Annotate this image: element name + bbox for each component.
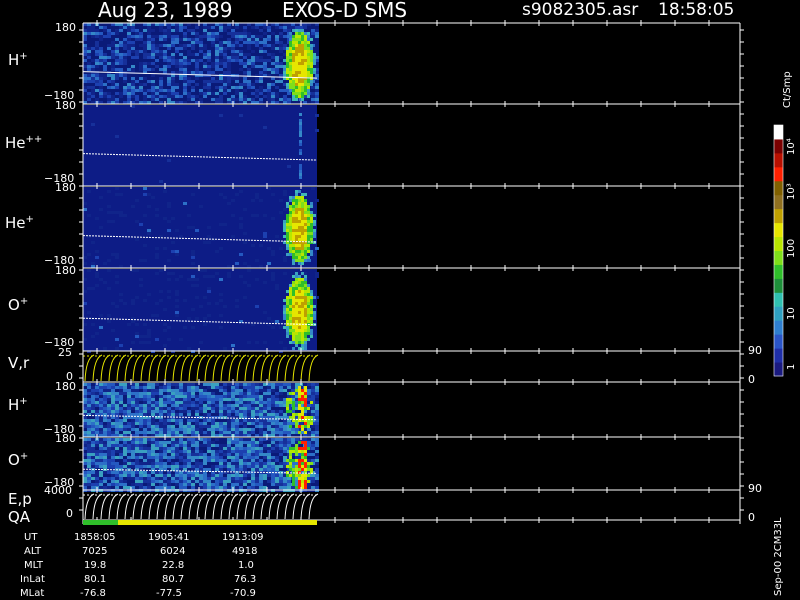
colorbar-swatch-15 — [774, 152, 783, 168]
colorbar-swatch-11 — [774, 208, 783, 224]
colorbar-swatch-1 — [774, 348, 783, 363]
footer-mlt-3: 1.0 — [238, 560, 254, 571]
colorbar-tick-100: 100 — [786, 238, 797, 258]
colorbar-unit-label: Ct/Smp — [782, 71, 793, 108]
right-tick-bot-ep: 0 — [748, 511, 755, 524]
colorbar-swatch-7 — [774, 264, 783, 279]
footer-label-ut: UT — [24, 532, 38, 543]
colorbar-tick-10: 10 — [786, 307, 797, 320]
colorbar-swatch-4 — [774, 306, 783, 321]
colorbar-tick-1e3: 10³ — [786, 183, 797, 200]
colorbar-tick-1: 1 — [786, 363, 797, 370]
footer-ut-3: 1913:09 — [222, 532, 264, 543]
panel-vr — [83, 354, 319, 382]
panel-label-he-plus: He+ — [5, 214, 34, 232]
panel-ep — [83, 493, 319, 520]
spectrogram-plot-area — [79, 20, 784, 525]
footer-inlat-2: 80.7 — [162, 574, 185, 585]
footer-label-alt: ALT — [24, 546, 42, 557]
ytick-bot-ep: 0 — [66, 507, 73, 520]
footer-alt-3: 4918 — [232, 546, 258, 557]
colorbar-swatch-2 — [774, 334, 783, 349]
colorbar-swatch-12 — [774, 194, 783, 210]
ytick-top-he-pp: 180 — [55, 99, 76, 112]
panel-h-plus-2 — [82, 383, 319, 437]
footer-ut-2: 1905:41 — [148, 532, 190, 543]
footer-alt-2: 6024 — [160, 546, 186, 557]
ytick-top-vr: 25 — [58, 346, 72, 359]
right-tick-bot-vr: 0 — [748, 373, 755, 386]
colorbar-swatch-10 — [774, 222, 783, 238]
panel-o-plus-1 — [82, 269, 319, 353]
colorbar-swatch-3 — [774, 320, 783, 335]
panel-h-plus-1 — [82, 23, 319, 104]
footer-label-inlat: InLat — [20, 574, 45, 585]
footer-inlat-3: 76.3 — [234, 574, 257, 585]
panel-label-he-pp: He++ — [5, 134, 43, 152]
ytick-top-o-plus-2: 180 — [55, 432, 76, 445]
colorbar-swatch-8 — [774, 250, 783, 265]
colorbar-swatch-16 — [774, 138, 783, 154]
panel-label-qa: QA — [8, 508, 31, 526]
ytick-top-h-plus-2: 180 — [55, 380, 76, 393]
panel-label-vr: V,r — [8, 354, 30, 372]
colorbar-swatch-13 — [774, 180, 783, 196]
footer-inlat-1: 80.1 — [84, 574, 107, 585]
ytick-top-ep: 4000 — [44, 484, 72, 497]
panel-o-plus-2 — [82, 438, 319, 492]
side-info-label: Sep-00 2CM33L — [773, 517, 784, 596]
right-tick-top-vr: 90 — [748, 344, 762, 357]
footer-mlt-1: 19.8 — [84, 560, 107, 571]
panel-label-o-plus-2: O+ — [8, 451, 29, 469]
panel-label-h-plus-1: H+ — [8, 51, 28, 69]
panel-he-pp — [82, 105, 319, 186]
colorbar-swatch-5 — [774, 292, 783, 307]
panel-he-plus — [82, 187, 319, 268]
qa-bar-yellow — [118, 520, 317, 525]
panel-label-h-plus-2: H+ — [8, 396, 28, 414]
qa-bar-green — [83, 520, 118, 525]
ytick-top-he-plus: 180 — [55, 181, 76, 194]
colorbar-swatch-0 — [774, 362, 783, 377]
footer-mlat-2: -77.5 — [156, 588, 182, 599]
footer-label-mlat: MLat — [20, 588, 45, 599]
colorbar-swatch-9 — [774, 236, 783, 251]
footer-ut-1: 1858:05 — [74, 532, 116, 543]
footer-mlat-3: -70.9 — [230, 588, 256, 599]
right-tick-top-ep: 90 — [748, 482, 762, 495]
ytick-top-h-plus-1: 180 — [55, 21, 76, 34]
footer-alt-1: 7025 — [82, 546, 108, 557]
ytick-top-o-plus-1: 180 — [55, 264, 76, 277]
sms-spectrogram-display: Aug 23, 1989 EXOS-D SMS s9082305.asr 18:… — [0, 0, 800, 600]
footer-mlat-1: -76.8 — [80, 588, 106, 599]
colorbar-swatch-17 — [774, 125, 783, 140]
panel-label-o-plus-1: O+ — [8, 296, 29, 314]
footer-label-mlt: MLT — [24, 560, 43, 571]
colorbar-tick-1e4: 10⁴ — [786, 138, 797, 155]
colorbar-swatch-14 — [774, 166, 783, 182]
panel-label-ep: E,p — [8, 490, 32, 508]
colorbar-swatch-6 — [774, 278, 783, 293]
footer-mlt-2: 22.8 — [162, 560, 185, 571]
